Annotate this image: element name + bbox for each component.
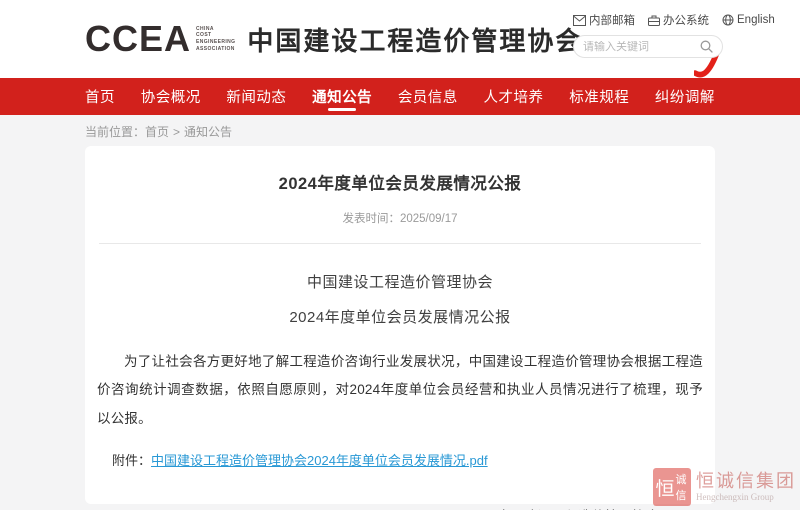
article-card: 2024年度单位会员发展情况公报 发表时间：2025/09/17 中国建设工程造… (85, 146, 715, 504)
briefcase-icon (648, 15, 660, 26)
article-paragraph: 为了让社会各方更好地了解工程造价咨询行业发展状况，中国建设工程造价管理协会根据工… (97, 348, 703, 433)
hengchengxin-watermark: 恒 诚 信 恒诚信集团 Hengchengxin Group (653, 468, 796, 506)
site-header: CCEA CHINA COST ENGINEERING ASSOCIATION … (0, 0, 800, 78)
breadcrumb-current: 通知公告 (184, 125, 232, 139)
breadcrumb-separator: > (173, 125, 180, 139)
attachment-row: 附件：中国建设工程造价管理协会2024年度单位会员发展情况.pdf (112, 450, 703, 469)
ccea-logo-text: CCEA (85, 21, 191, 57)
attachment-pdf-link[interactable]: 中国建设工程造价管理协会2024年度单位会员发展情况.pdf (151, 453, 488, 468)
seal-char: 信 (674, 487, 688, 503)
search-box (573, 35, 723, 58)
title-divider (99, 243, 701, 244)
english-label: English (737, 14, 775, 26)
attachment-label: 附件： (112, 453, 151, 468)
office-system-link[interactable]: 办公系统 (648, 12, 709, 28)
watermark-text: 恒诚信集团 Hengchengxin Group (696, 471, 796, 502)
nav-item-home[interactable]: 首页 (85, 78, 115, 115)
internal-mail-label: 内部邮箱 (589, 12, 635, 28)
nav-item-news[interactable]: 新闻动态 (226, 78, 286, 115)
site-title: 中国建设工程造价管理协会 (247, 21, 583, 58)
document-heading-org: 中国建设工程造价管理协会 (85, 271, 715, 292)
article-publish-date: 发表时间：2025/09/17 (85, 210, 715, 226)
nav-item-training[interactable]: 人才培养 (484, 78, 544, 115)
globe-icon (722, 14, 734, 26)
english-link[interactable]: English (722, 12, 775, 28)
breadcrumb: 当前位置：首页 > 通知公告 (85, 123, 715, 140)
nav-item-notices[interactable]: 通知公告 (312, 78, 372, 115)
search-input[interactable] (583, 41, 700, 53)
nav-item-about[interactable]: 协会概况 (141, 78, 201, 115)
article-title: 2024年度单位会员发展情况公报 (85, 170, 715, 194)
quick-links: 内部邮箱 办公系统 English (573, 12, 723, 28)
nav-item-disputes[interactable]: 纠纷调解 (655, 78, 715, 115)
breadcrumb-label: 当前位置： (85, 125, 145, 139)
nav-item-members[interactable]: 会员信息 (398, 78, 458, 115)
breadcrumb-home-link[interactable]: 首页 (145, 125, 169, 139)
ccea-logo[interactable]: CCEA CHINA COST ENGINEERING ASSOCIATION (85, 21, 235, 57)
office-system-label: 办公系统 (663, 12, 709, 28)
article-signature: 中国建设工程造价管理协会 2025年9月17日 (497, 503, 659, 510)
seal-char: 恒 (656, 471, 674, 503)
watermark-name-cn: 恒诚信集团 (696, 471, 796, 492)
internal-mail-link[interactable]: 内部邮箱 (573, 12, 635, 28)
main-navigation: 首页 协会概况 新闻动态 通知公告 会员信息 人才培养 标准规程 纠纷调解 (0, 78, 800, 115)
nav-item-standards[interactable]: 标准规程 (569, 78, 629, 115)
ccea-logo-subtext: CHINA COST ENGINEERING ASSOCIATION (196, 26, 235, 53)
publish-date-value: 2025/09/17 (400, 213, 458, 225)
search-icon[interactable] (700, 40, 713, 53)
seal-char: 诚 (674, 471, 688, 487)
publish-date-label: 发表时间： (342, 213, 400, 225)
document-heading-title: 2024年度单位会员发展情况公报 (85, 306, 715, 327)
mail-icon (573, 15, 586, 26)
header-utilities: 内部邮箱 办公系统 English (573, 12, 723, 58)
hengchengxin-seal-icon: 恒 诚 信 (653, 468, 691, 506)
watermark-name-en: Hengchengxin Group (696, 492, 796, 502)
signature-org: 中国建设工程造价管理协会 (497, 503, 659, 510)
